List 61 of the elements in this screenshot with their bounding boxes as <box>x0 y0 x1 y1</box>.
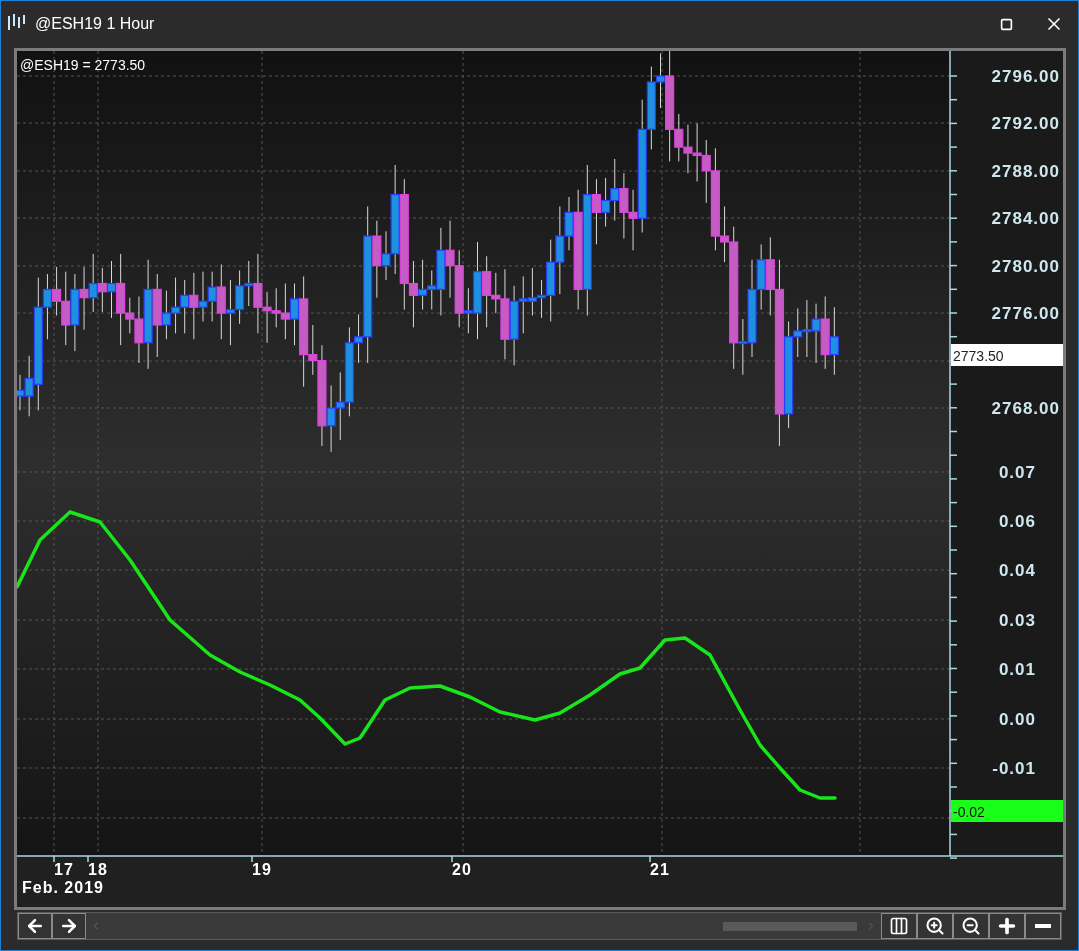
price-axis-label: 2780.00 <box>991 257 1060 276</box>
candle <box>619 172 629 239</box>
candle <box>601 177 611 228</box>
window-title: @ESH19 1 Hour <box>35 14 156 34</box>
candle <box>527 267 537 316</box>
oscillator-value-marker: -0.02 <box>951 800 1063 822</box>
candle <box>189 272 199 340</box>
zoom-out-icon <box>961 916 981 936</box>
candle <box>180 279 190 334</box>
date-axis-label: 21 <box>650 861 670 878</box>
date-caption: Feb. 2019 <box>22 879 104 896</box>
candle <box>683 124 693 174</box>
scroll-left-button[interactable] <box>18 913 52 939</box>
candle <box>518 275 528 334</box>
price-axis-label: 2792.00 <box>991 114 1060 133</box>
oscillator-axis-label: 0.00 <box>998 710 1036 729</box>
price-axis-label: 2776.00 <box>991 304 1060 323</box>
zoom-out-button[interactable] <box>953 913 989 939</box>
candle <box>418 259 428 311</box>
zoom-in-button[interactable] <box>917 913 953 939</box>
candle <box>280 283 290 340</box>
candle <box>811 303 821 364</box>
scrollbar-thumb[interactable] <box>723 921 857 931</box>
date-axis-label: 18 <box>88 861 108 878</box>
oscillator-axis-label: 0.04 <box>998 561 1036 580</box>
oscillator-axis-label: 0.07 <box>998 463 1036 482</box>
candle <box>271 287 281 328</box>
plus-icon <box>996 915 1018 937</box>
oscillator-axis-label: -0.01 <box>992 759 1036 778</box>
minus-button[interactable] <box>1025 913 1061 939</box>
candle <box>170 277 181 334</box>
price-axis-label: 2796.00 <box>991 67 1060 86</box>
candle <box>610 158 620 222</box>
columns-icon <box>889 916 909 936</box>
candle <box>79 266 89 331</box>
candle <box>692 122 702 183</box>
date-axis-label: 19 <box>252 861 272 878</box>
zoom-in-icon <box>925 916 945 936</box>
price-axis-label: 2784.00 <box>991 209 1060 228</box>
oscillator-axis-label: 0.03 <box>998 611 1036 630</box>
oscillator-axis-label: 0.06 <box>998 512 1036 531</box>
date-axis-label: 20 <box>452 861 472 878</box>
maximize-icon <box>999 17 1013 31</box>
scroll-right-button[interactable] <box>52 913 86 939</box>
candle <box>335 371 345 441</box>
price-axis-label: 2788.00 <box>991 162 1060 181</box>
columns-button[interactable] <box>881 913 917 939</box>
candle <box>225 279 236 346</box>
candle <box>235 269 245 325</box>
oscillator-axis-label: 0.01 <box>998 660 1036 679</box>
candle <box>88 253 98 313</box>
minus-icon <box>1035 924 1051 928</box>
price-axis-label: 2768.00 <box>991 399 1060 418</box>
candle <box>198 271 208 322</box>
candle <box>829 306 839 376</box>
plus-button[interactable] <box>989 913 1025 939</box>
candle <box>97 267 107 313</box>
date-axis-label: 17 <box>54 861 74 878</box>
chart-legend: @ESH19 = 2773.50 <box>20 57 146 73</box>
current-price-marker: 2773.50 <box>951 344 1063 366</box>
candle <box>802 299 812 358</box>
